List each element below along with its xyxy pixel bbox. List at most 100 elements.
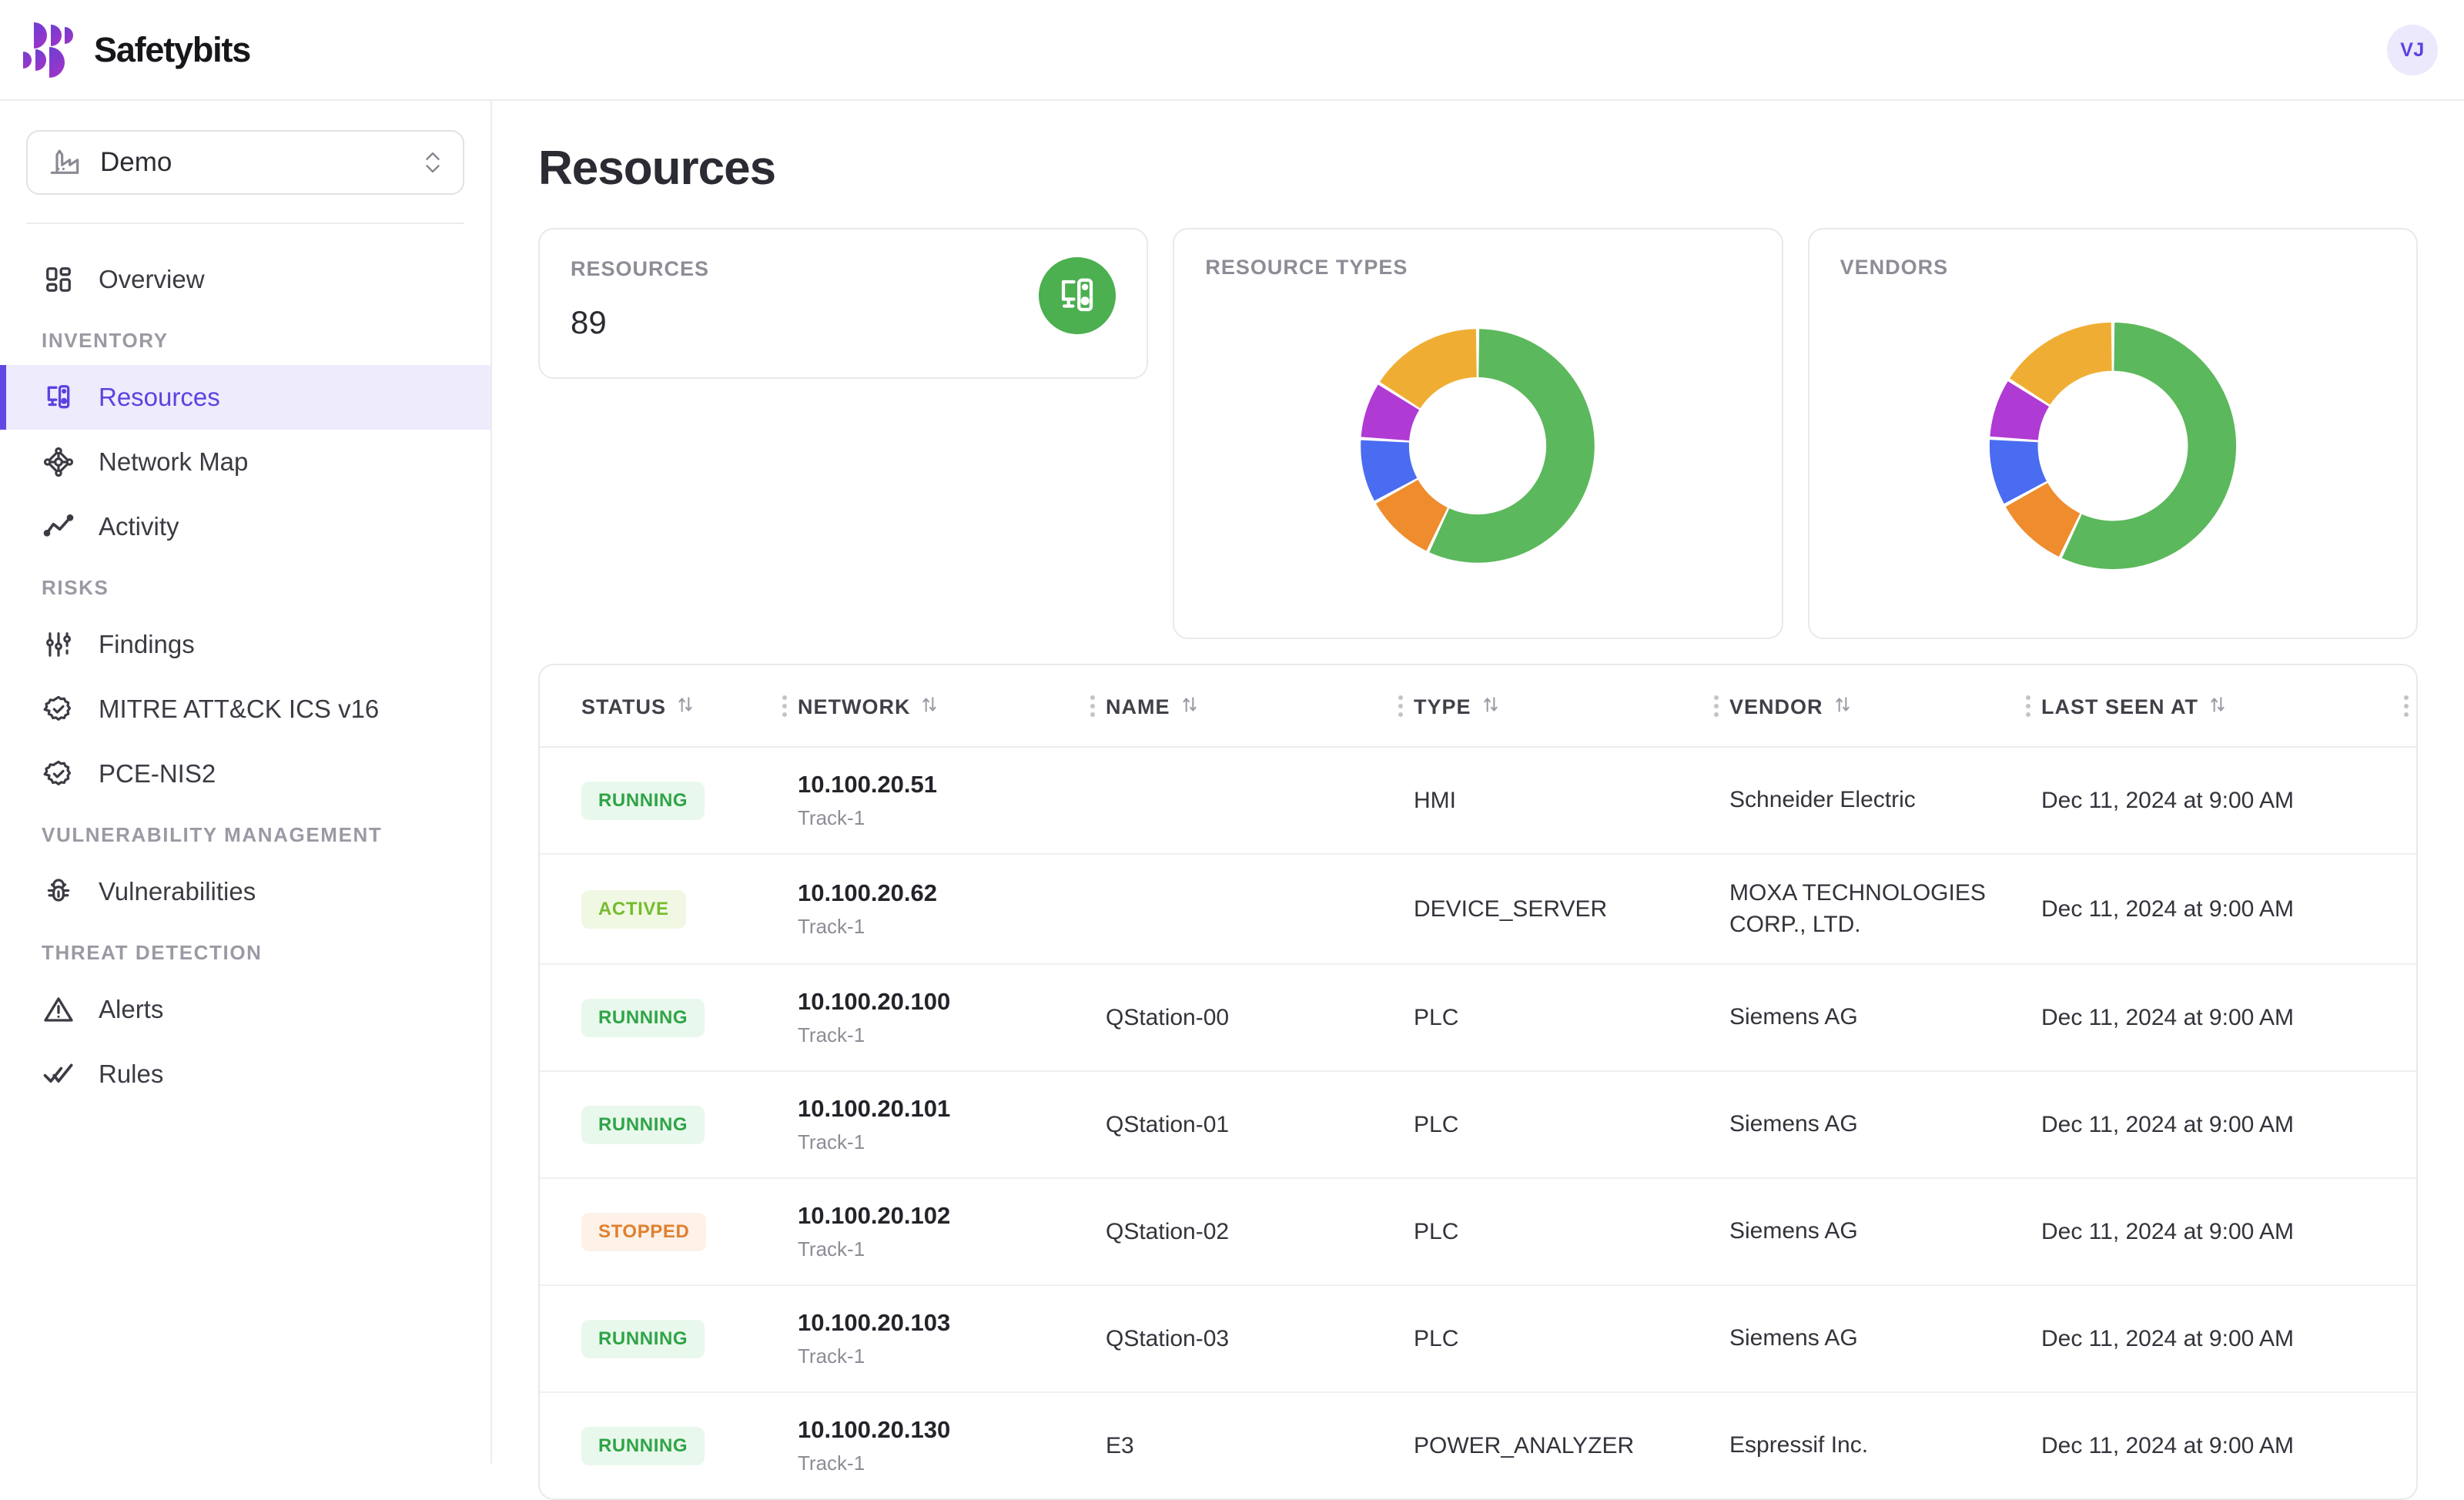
cell-name: QStation-01 bbox=[1106, 1071, 1414, 1179]
chart-title: RESOURCE TYPES bbox=[1205, 256, 1408, 279]
table-row[interactable]: RUNNING 10.100.20.100 Track-1 QStation-00 PL… bbox=[540, 964, 2416, 1072]
sidebar-item-rules[interactable]: Rules bbox=[0, 1042, 490, 1107]
column-menu-icon[interactable] bbox=[1090, 695, 1095, 717]
cell-type: HMI bbox=[1414, 747, 1729, 855]
column-header-label: STATUS bbox=[581, 695, 666, 718]
cell-status: RUNNING bbox=[540, 747, 798, 855]
sidebar-item-alerts[interactable]: Alerts bbox=[0, 977, 490, 1042]
sidebar-divider bbox=[26, 223, 464, 224]
sidebar-item-label: Rules bbox=[99, 1060, 164, 1088]
sidebar-item-findings[interactable]: Findings bbox=[0, 612, 490, 677]
column-menu-icon[interactable] bbox=[1714, 695, 1719, 717]
cell-vendor: Siemens AG bbox=[1729, 1071, 2041, 1179]
cell-vendor: Siemens AG bbox=[1729, 1285, 2041, 1393]
column-header-status[interactable]: STATUS bbox=[540, 665, 798, 748]
sort-updown-icon[interactable] bbox=[1833, 695, 1853, 720]
column-menu-icon[interactable] bbox=[782, 695, 787, 717]
stat-card-label: RESOURCES bbox=[571, 257, 710, 280]
sidebar-item-label: Overview bbox=[99, 265, 205, 293]
sidebar-item-activity[interactable]: Activity bbox=[0, 494, 490, 559]
cell-type: PLC bbox=[1414, 1178, 1729, 1286]
cell-name: QStation-03 bbox=[1106, 1285, 1414, 1393]
sidebar-item-label: Activity bbox=[99, 512, 179, 541]
sidebar-section-vulnerability-management: VULNERABILITY MANAGEMENT bbox=[42, 823, 383, 846]
avatar[interactable]: VJ bbox=[2387, 25, 2438, 75]
cell-status: RUNNING bbox=[540, 1071, 798, 1179]
devices-icon bbox=[42, 380, 75, 414]
sidebar-item-label: Alerts bbox=[99, 995, 164, 1023]
cell-vendor: Schneider Electric bbox=[1729, 747, 2041, 855]
cell-last-seen: Dec 11, 2024 at 9:00 AM bbox=[2041, 1071, 2416, 1179]
org-selector[interactable]: Demo bbox=[26, 130, 464, 195]
column-header-name[interactable]: NAME bbox=[1106, 665, 1414, 748]
page-title: Resources bbox=[538, 142, 776, 195]
cell-network: 10.100.20.102 Track-1 bbox=[798, 1178, 1106, 1286]
cell-name bbox=[1106, 747, 1414, 855]
sort-updown-icon[interactable] bbox=[1481, 695, 1501, 720]
status-badge: RUNNING bbox=[581, 1105, 705, 1144]
column-header-label: NAME bbox=[1106, 695, 1170, 718]
table-row[interactable]: RUNNING 10.100.20.101 Track-1 QStation-01 PL… bbox=[540, 1071, 2416, 1179]
network-ip: 10.100.20.103 bbox=[798, 1309, 951, 1336]
dashboard-grid-icon bbox=[42, 263, 75, 296]
double-check-icon bbox=[42, 1057, 75, 1091]
network-ip: 10.100.20.130 bbox=[798, 1416, 951, 1443]
sliders-icon bbox=[42, 628, 75, 661]
main-content: Resources RESOURCES 89 RESOURCE TYPES VE… bbox=[492, 101, 2464, 1500]
cell-vendor: Espressif Inc. bbox=[1729, 1432, 1869, 1458]
cell-status: RUNNING bbox=[540, 964, 798, 1072]
cell-vendor: Siemens AG bbox=[1729, 1178, 2041, 1286]
sidebar-item-vulnerabilities[interactable]: Vulnerabilities bbox=[0, 859, 490, 924]
column-menu-icon[interactable] bbox=[2026, 695, 2030, 717]
cell-last-seen: Dec 11, 2024 at 9:00 AM bbox=[2041, 854, 2416, 965]
cell-network: 10.100.20.130 Track-1 bbox=[798, 1392, 1106, 1498]
network-track: Track-1 bbox=[798, 915, 865, 938]
top-bar: Safetybits VJ bbox=[0, 0, 2464, 101]
vendors-donut-chart bbox=[1840, 280, 2385, 611]
status-badge: RUNNING bbox=[581, 1319, 705, 1358]
sort-updown-icon[interactable] bbox=[1180, 695, 1200, 720]
sidebar-item-overview[interactable]: Overview bbox=[0, 247, 490, 312]
cell-network: 10.100.20.103 Track-1 bbox=[798, 1285, 1106, 1393]
sidebar-item-network-map[interactable]: Network Map bbox=[0, 430, 490, 494]
resources-stat-card: RESOURCES 89 bbox=[538, 228, 1149, 379]
table-row[interactable]: RUNNING 10.100.20.130 Track-1 E3 POWER_ANALY… bbox=[540, 1392, 2416, 1498]
column-header-network[interactable]: NETWORK bbox=[798, 665, 1106, 748]
sort-updown-icon[interactable] bbox=[919, 695, 939, 720]
column-header-last-seen-at[interactable]: LAST SEEN AT bbox=[2041, 665, 2416, 748]
brand[interactable]: Safetybits bbox=[0, 22, 251, 78]
cell-last-seen: Dec 11, 2024 at 9:00 AM bbox=[2041, 1285, 2416, 1393]
bug-icon bbox=[42, 875, 75, 909]
network-ip: 10.100.20.51 bbox=[798, 771, 938, 798]
sort-updown-icon[interactable] bbox=[675, 695, 695, 720]
cell-last-seen: Dec 11, 2024 at 9:00 AM bbox=[2041, 1178, 2416, 1286]
cell-name: E3 bbox=[1106, 1432, 1134, 1458]
sort-updown-icon[interactable] bbox=[2208, 695, 2228, 720]
column-header-type[interactable]: TYPE bbox=[1414, 665, 1729, 748]
table-row[interactable]: RUNNING 10.100.20.103 Track-1 QStation-03 PL… bbox=[540, 1285, 2416, 1393]
column-header-vendor[interactable]: VENDOR bbox=[1729, 665, 2041, 748]
cell-status: ACTIVE bbox=[540, 854, 798, 965]
sidebar-item-label: Resources bbox=[99, 383, 220, 411]
sidebar-section-inventory: INVENTORY bbox=[42, 329, 169, 352]
sidebar-nav: Overview INVENTORY Resources Network Map… bbox=[0, 247, 490, 1107]
sidebar: Demo Overview INVENTORY Resources Networ… bbox=[0, 101, 492, 1464]
table-row[interactable]: RUNNING 10.100.20.51 Track-1 HMI Schneider E… bbox=[540, 747, 2416, 855]
cell-name: QStation-02 bbox=[1106, 1178, 1414, 1286]
cell-type: PLC bbox=[1414, 1071, 1729, 1179]
cell-type: POWER_ANALYZER bbox=[1414, 1432, 1635, 1458]
cell-type: PLC bbox=[1414, 1285, 1729, 1393]
sidebar-item-resources[interactable]: Resources bbox=[0, 365, 490, 430]
table-row[interactable]: ACTIVE 10.100.20.62 Track-1 DEVICE_SERVER MO… bbox=[540, 854, 2416, 965]
resources-table: STATUS NETWORK NAME TYPE VENDOR LAST SEEN AT … bbox=[538, 664, 2418, 1500]
column-menu-icon[interactable] bbox=[2404, 695, 2409, 717]
sidebar-item-pce-nis2[interactable]: PCE-NIS2 bbox=[0, 742, 490, 806]
column-header-label: NETWORK bbox=[798, 695, 911, 718]
cell-network: 10.100.20.101 Track-1 bbox=[798, 1071, 1106, 1179]
column-menu-icon[interactable] bbox=[1398, 695, 1403, 717]
table-row[interactable]: STOPPED 10.100.20.102 Track-1 QStation-02 PL… bbox=[540, 1178, 2416, 1286]
sidebar-item-mitre-attack[interactable]: MITRE ATT&CK ICS v16 bbox=[0, 677, 490, 742]
stat-card-value: 89 bbox=[571, 304, 607, 340]
network-track: Track-1 bbox=[798, 1344, 865, 1368]
badge-check-icon bbox=[42, 692, 75, 726]
